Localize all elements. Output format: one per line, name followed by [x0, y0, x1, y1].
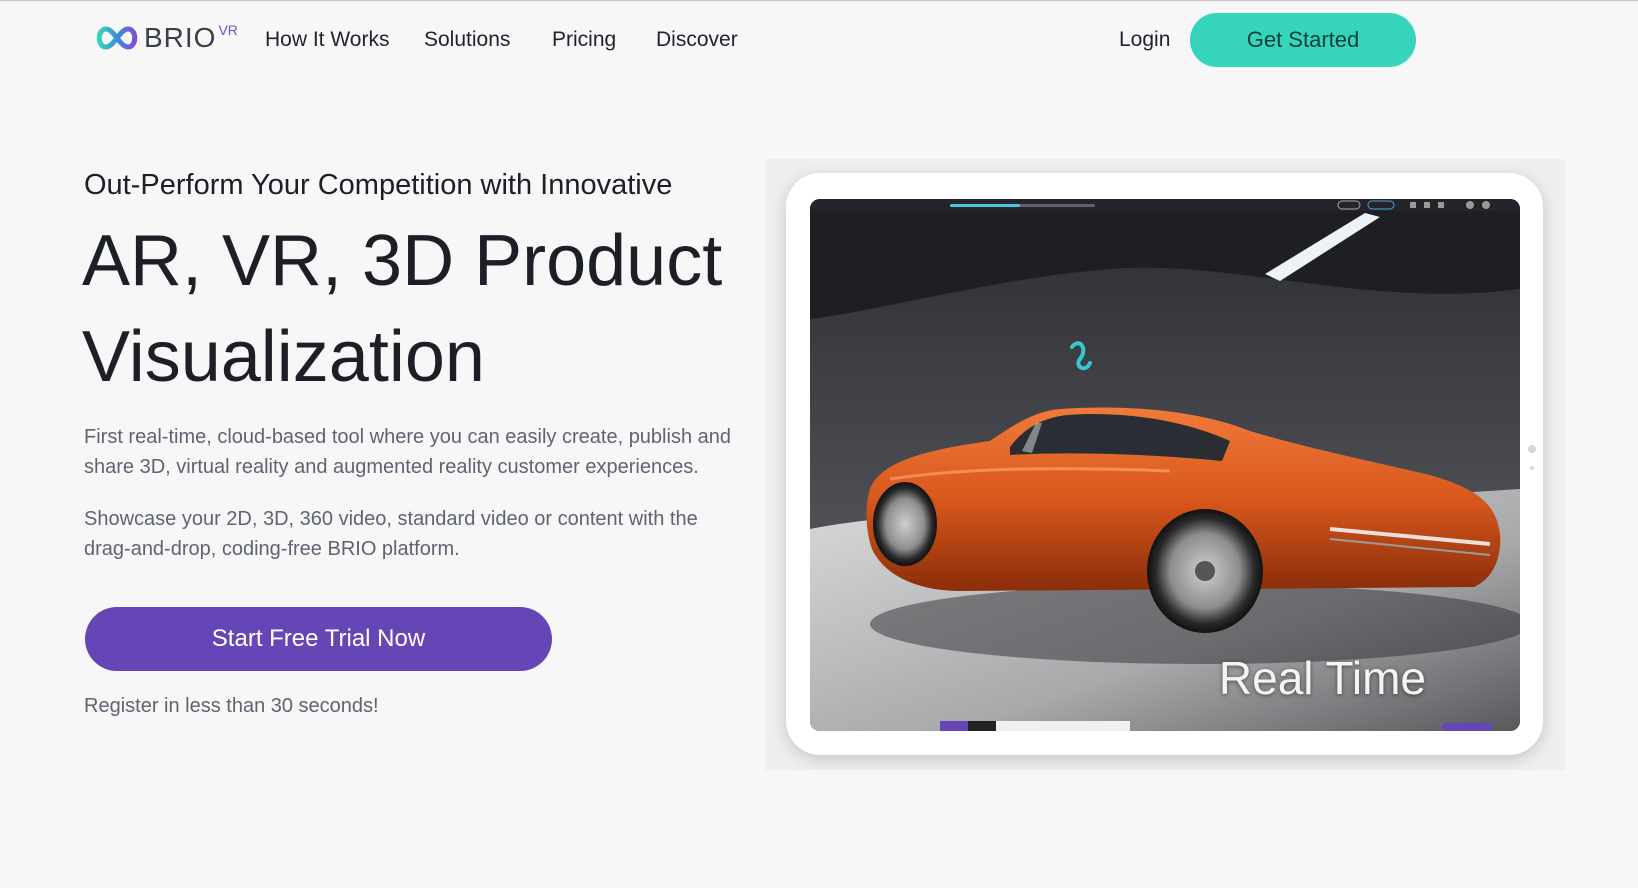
product-preview-video[interactable]: Real Time	[810, 199, 1520, 731]
get-started-button[interactable]: Get Started	[1190, 13, 1416, 67]
login-link[interactable]: Login	[1119, 27, 1170, 53]
start-free-trial-button[interactable]: Start Free Trial Now	[85, 607, 552, 671]
hero-eyebrow: Out-Perform Your Competition with Innova…	[84, 169, 673, 201]
brand-name: BRIO	[144, 22, 217, 53]
nav-link-discover[interactable]: Discover	[656, 27, 738, 53]
register-note: Register in less than 30 seconds!	[84, 695, 379, 717]
hero-showcase-text: Showcase your 2D, 3D, 360 video, standar…	[84, 508, 698, 560]
infinity-logo-icon	[96, 26, 138, 50]
brand-logo[interactable]: BRIO VR	[94, 23, 238, 53]
nav-link-how-it-works[interactable]: How It Works	[265, 27, 389, 53]
top-navigation: BRIO VR How It Works Solutions Pricing D…	[0, 1, 1638, 81]
nav-link-pricing[interactable]: Pricing	[552, 27, 616, 53]
real-time-caption: Real Time	[1218, 652, 1426, 704]
brand-superscript: VR	[218, 22, 238, 38]
tablet-button	[1528, 445, 1536, 453]
tablet-sensor	[1530, 466, 1534, 470]
hero-description: First real-time, cloud-based tool where …	[84, 426, 731, 478]
hero-headline: AR, VR, 3D Product Visualization	[82, 213, 732, 405]
nav-link-solutions[interactable]: Solutions	[424, 27, 510, 53]
hero-headline-line2: Visualization	[82, 317, 485, 397]
hero-headline-line1: AR, VR, 3D Product	[82, 221, 723, 301]
